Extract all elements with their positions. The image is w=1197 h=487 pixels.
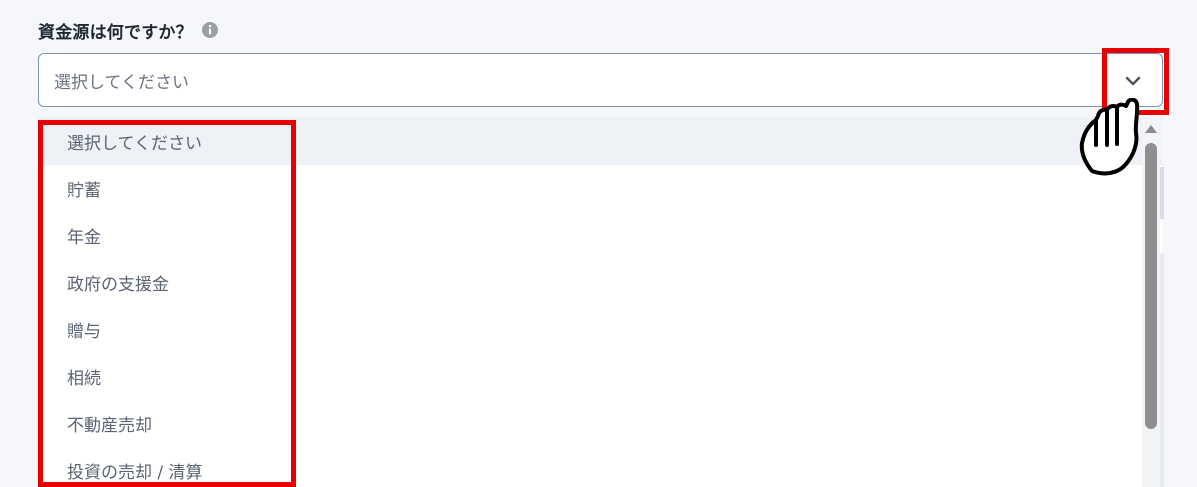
dropdown-option-government-support[interactable]: 政府の支援金 [38, 259, 1162, 306]
scroll-up-arrow-icon[interactable] [1145, 125, 1157, 133]
hand-pointer-icon [1079, 98, 1140, 176]
background-edge-upper [1160, 167, 1164, 219]
page-root: 資金源は何ですか？ 選択してください 選択してください 貯蓄 年金 政府の支援金… [0, 0, 1197, 487]
question-label: 資金源は何ですか？ [38, 22, 193, 43]
funding-source-select[interactable]: 選択してください [38, 53, 1163, 107]
dropdown-option-label: 贈与 [67, 322, 101, 342]
dropdown-option-label: 貯蓄 [67, 181, 101, 201]
dropdown-options-list[interactable]: 選択してください 貯蓄 年金 政府の支援金 贈与 相続 不動産売却 投資の売却 … [38, 117, 1162, 487]
dropdown-scrollbar[interactable] [1142, 117, 1160, 487]
dropdown-option-label: 不動産売却 [67, 416, 152, 436]
info-icon[interactable] [201, 21, 219, 39]
question-row: 資金源は何ですか？ [38, 14, 219, 46]
dropdown-option-real-estate-sale[interactable]: 不動産売却 [38, 400, 1162, 447]
scrollbar-thumb[interactable] [1145, 143, 1157, 429]
dropdown-option-label: 政府の支援金 [67, 275, 169, 295]
dropdown-option-investment-liquidation[interactable]: 投資の売却 / 清算 [38, 447, 1162, 487]
background-edge-lower [1160, 253, 1164, 487]
dropdown-option-label: 年金 [67, 228, 101, 248]
select-value: 選択してください [54, 72, 189, 93]
chevron-down-icon [1125, 76, 1141, 86]
dropdown-option-gift[interactable]: 贈与 [38, 306, 1162, 353]
dropdown-option-pension[interactable]: 年金 [38, 212, 1162, 259]
dropdown-option-label: 選択してください [67, 133, 202, 154]
dropdown-option-label: 相続 [67, 369, 101, 389]
dropdown-option-inheritance[interactable]: 相続 [38, 353, 1162, 400]
dropdown-option-label: 投資の売却 / 清算 [67, 463, 203, 483]
dropdown-option-placeholder[interactable]: 選択してください [38, 117, 1162, 165]
dropdown-option-savings[interactable]: 貯蓄 [38, 165, 1162, 212]
